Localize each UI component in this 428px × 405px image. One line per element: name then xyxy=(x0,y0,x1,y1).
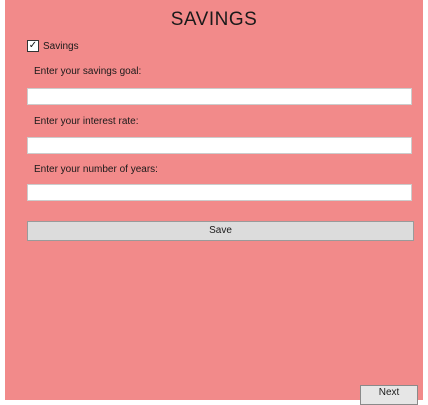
interest-rate-label: Enter your interest rate: xyxy=(34,116,139,127)
savings-panel: SAVINGS ✓ Savings Enter your savings goa… xyxy=(5,0,423,405)
savings-checkbox-label: Savings xyxy=(43,40,79,52)
checkmark-icon: ✓ xyxy=(28,40,38,51)
savings-goal-input[interactable] xyxy=(27,88,412,105)
save-button[interactable]: Save xyxy=(27,221,414,241)
interest-rate-input[interactable] xyxy=(27,137,412,154)
savings-goal-label: Enter your savings goal: xyxy=(34,66,142,77)
number-of-years-label: Enter your number of years: xyxy=(34,164,158,175)
number-of-years-input[interactable] xyxy=(27,184,412,201)
savings-checkbox[interactable]: ✓ xyxy=(27,40,39,52)
next-button[interactable]: Next xyxy=(360,385,418,405)
page-title: SAVINGS xyxy=(170,9,258,30)
savings-checkbox-row[interactable]: ✓ Savings xyxy=(27,40,79,52)
